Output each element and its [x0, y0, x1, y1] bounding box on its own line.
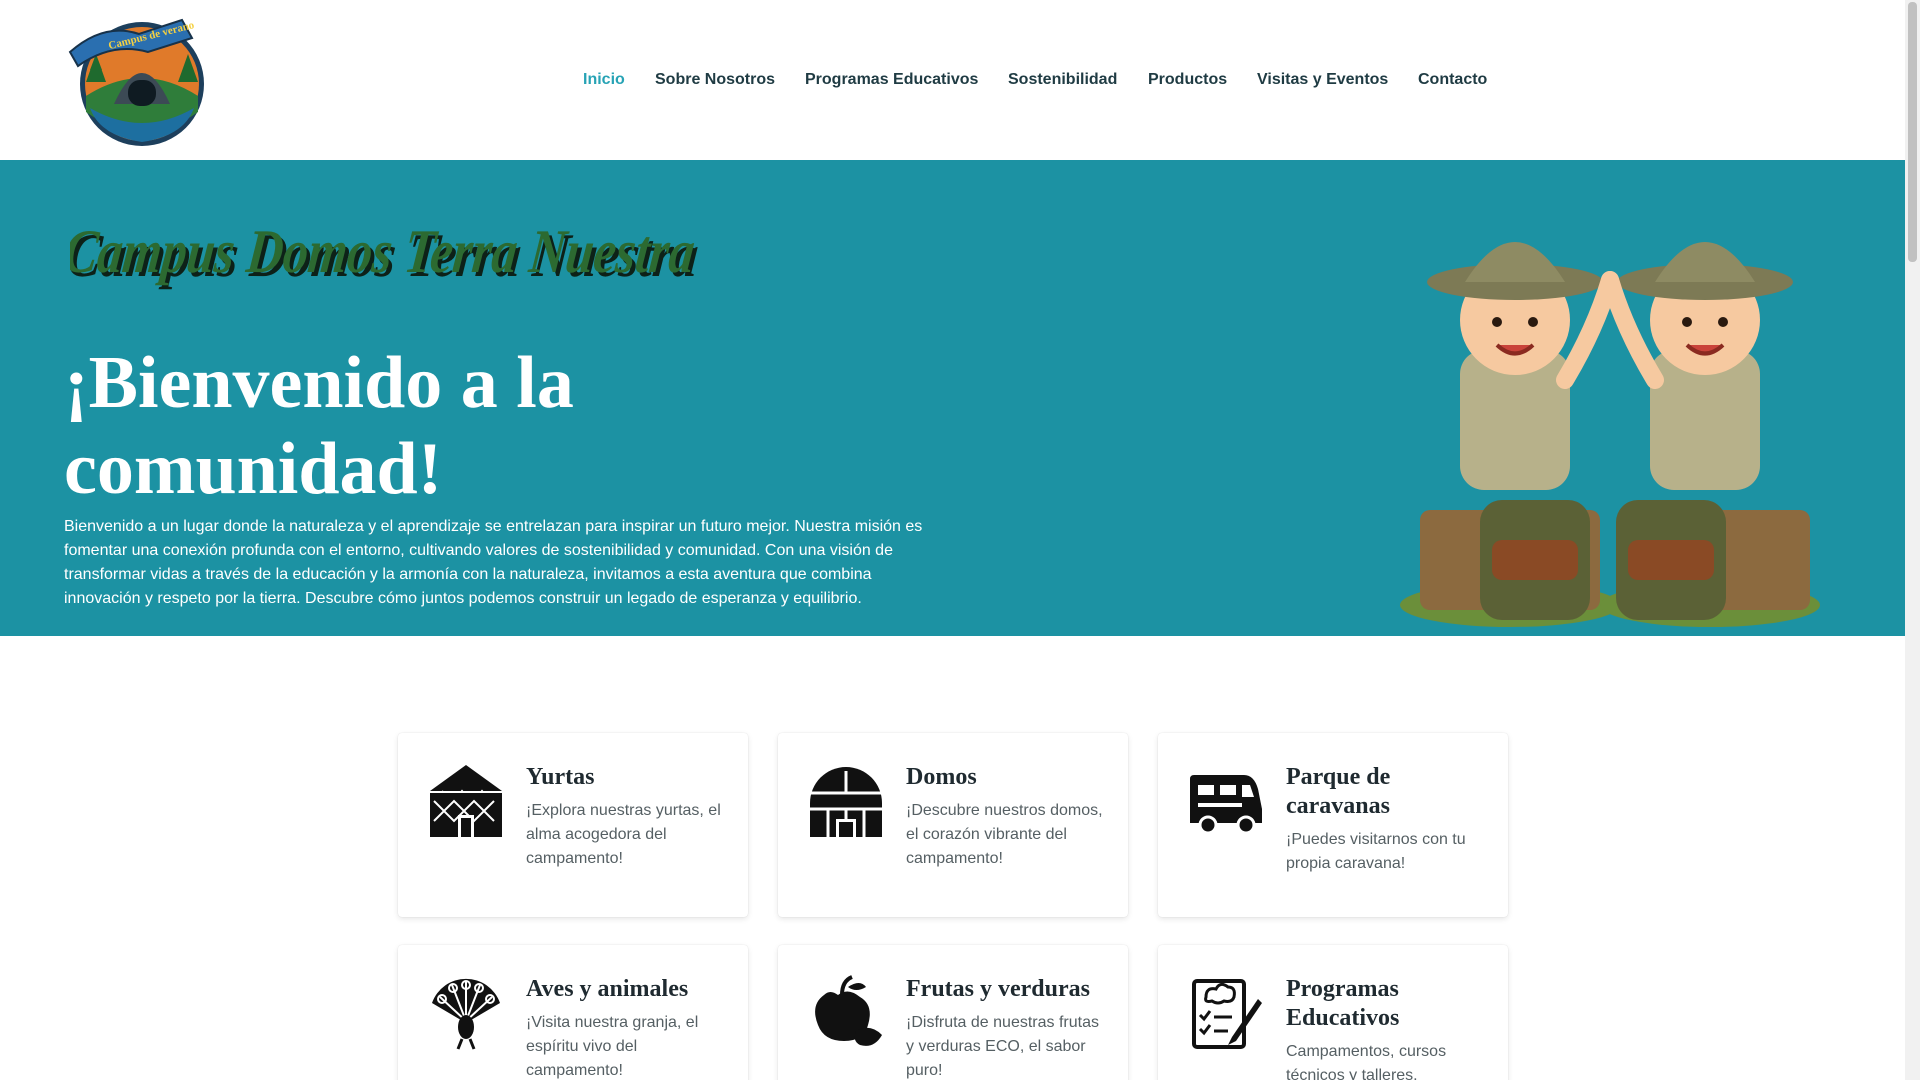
- svg-text:Campus Domos Terra Nuestra: Campus Domos Terra Nuestra: [70, 218, 698, 286]
- card-text: ¡Visita nuestra granja, el espíritu vivo…: [526, 1014, 699, 1079]
- card-title: Frutas y verduras: [906, 976, 1090, 1002]
- nav-contacto[interactable]: Contacto: [1418, 68, 1487, 92]
- nav-inicio[interactable]: Inicio: [583, 68, 625, 92]
- hero-brand-logo: Campus Domos Terra Nuestra Campus Domos …: [70, 218, 702, 290]
- hero-description: Bienvenido a un lugar donde la naturalez…: [64, 518, 923, 607]
- card-title: Aves y animales: [526, 976, 689, 1002]
- card-aves-animales[interactable]: Aves y animales ¡Visita nuestra granja, …: [398, 945, 748, 1080]
- nav-programas-educativos[interactable]: Programas Educativos: [805, 68, 978, 92]
- card-yurtas[interactable]: Yurtas ¡Explora nuestras yurtas, el alma…: [398, 733, 748, 917]
- peacock-icon: [432, 978, 500, 1050]
- nav-productos[interactable]: Productos: [1148, 68, 1227, 92]
- hero-section: Campus Domos Terra Nuestra Campus Domos …: [0, 160, 1905, 636]
- kids-illustration: [1400, 242, 1820, 627]
- card-text: ¡Disfruta de nuestras frutas y verduras …: [906, 1014, 1099, 1079]
- yurt-icon: [430, 765, 502, 837]
- main-nav: Inicio Sobre Nosotros Programas Educativ…: [0, 68, 1905, 92]
- nav-visitas-eventos[interactable]: Visitas y Eventos: [1257, 68, 1388, 92]
- caravan-icon: [1190, 775, 1262, 835]
- card-programas-educativos[interactable]: Programas Educativos Campamentos, cursos…: [1158, 945, 1508, 1080]
- education-icon: [1192, 979, 1262, 1049]
- nav-sobre-nosotros[interactable]: Sobre Nosotros: [655, 68, 775, 92]
- card-text: ¡Explora nuestras yurtas, el alma acoged…: [526, 802, 721, 867]
- fruits-icon: [815, 975, 882, 1046]
- dome-icon: [810, 767, 882, 837]
- card-parque-caravanas[interactable]: Parque de caravanas ¡Puedes visitarnos c…: [1158, 733, 1508, 917]
- page-scrollbar[interactable]: [1905, 0, 1920, 1080]
- card-title: Domos: [906, 764, 977, 790]
- card-title: Parque de caravanas: [1286, 764, 1391, 819]
- card-title: Yurtas: [526, 764, 595, 790]
- hero-title: ¡Bienvenido a la comunidad!: [64, 342, 574, 510]
- card-text: Campamentos, cursos técnicos y talleres.: [1286, 1043, 1447, 1080]
- card-frutas-verduras[interactable]: Frutas y verduras ¡Disfruta de nuestras …: [778, 945, 1128, 1080]
- scrollbar-thumb[interactable]: [1908, 2, 1917, 262]
- card-title: Programas Educativos: [1286, 976, 1400, 1031]
- card-text: ¡Descubre nuestros domos, el corazón vib…: [906, 802, 1103, 867]
- site-header: Campus de verano Inicio Sobre Nosotros P…: [0, 0, 1905, 160]
- nav-sostenibilidad[interactable]: Sostenibilidad: [1008, 68, 1117, 92]
- card-text: ¡Puedes visitarnos con tu propia caravan…: [1286, 831, 1466, 872]
- card-domos[interactable]: Domos ¡Descubre nuestros domos, el coraz…: [778, 733, 1128, 917]
